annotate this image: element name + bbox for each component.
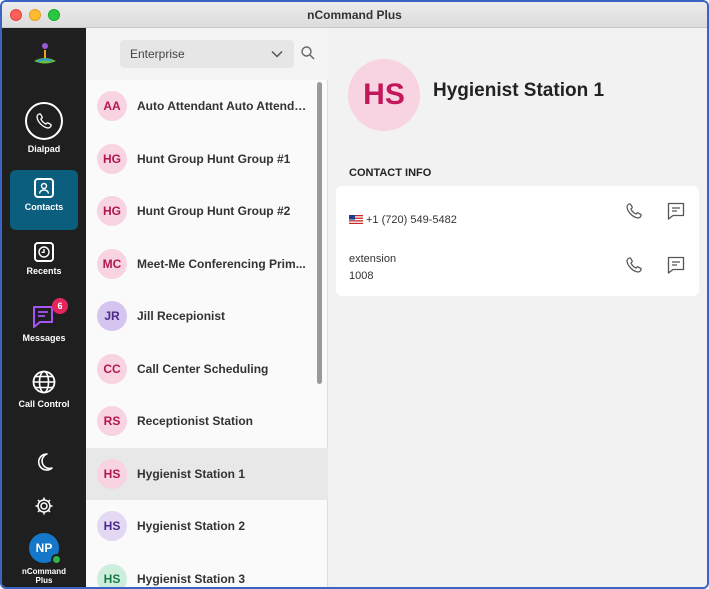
rail-item-recents[interactable]: Recents bbox=[10, 234, 78, 294]
contact-row[interactable]: HS Hygienist Station 2 bbox=[86, 500, 328, 553]
contact-avatar-initials: HS bbox=[363, 78, 405, 111]
phone-number-value: +1 (720) 549-5482 bbox=[366, 214, 457, 226]
nav-rail: Dialpad Contacts Recents 6 Messages Call… bbox=[2, 28, 86, 587]
contact-row[interactable]: HS Hygienist Station 3 bbox=[86, 553, 328, 587]
message-phone-button[interactable] bbox=[666, 201, 686, 221]
contact-list: AA Auto Attendant Auto Attenda... HG Hunt G… bbox=[86, 80, 328, 587]
contact-row-name: Call Center Scheduling bbox=[137, 361, 269, 376]
contact-detail-pane: HS Hygienist Station 1 CONTACT INFO +1 (… bbox=[329, 28, 707, 587]
contact-avatar-small: HG bbox=[97, 196, 127, 227]
presence-indicator bbox=[51, 554, 62, 565]
contact-row-name: Hygienist Station 1 bbox=[137, 466, 246, 481]
call-extension-button[interactable] bbox=[624, 255, 644, 275]
contact-row[interactable]: HG Hunt Group Hunt Group #1 bbox=[86, 133, 328, 186]
list-toolbar: Enterprise bbox=[86, 28, 328, 80]
phone-icon bbox=[25, 102, 63, 140]
messages-badge: 6 bbox=[52, 298, 68, 314]
contact-row-name: Hygienist Station 2 bbox=[137, 519, 246, 534]
contact-info-card: +1 (720) 549-5482 extension 1008 bbox=[336, 186, 699, 296]
window-title: nCommand Plus bbox=[307, 7, 402, 22]
directory-select-value: Enterprise bbox=[130, 47, 185, 61]
contact-row-name: Auto Attendant Auto Attenda... bbox=[137, 99, 307, 114]
close-window-button[interactable] bbox=[10, 9, 22, 21]
contact-row-name: Receptionist Station bbox=[137, 414, 254, 429]
avatar-initials: NP bbox=[35, 541, 53, 555]
contact-row[interactable]: HS Hygienist Station 1 bbox=[86, 447, 328, 500]
clock-icon bbox=[34, 242, 54, 262]
rail-label-dialpad: Dialpad bbox=[27, 144, 61, 154]
rail-item-messages[interactable]: 6 Messages bbox=[10, 296, 78, 356]
contact-row-name: Hunt Group Hunt Group #2 bbox=[137, 204, 291, 219]
search-icon[interactable] bbox=[300, 45, 316, 61]
list-scrollbar[interactable] bbox=[317, 82, 322, 384]
extension-row: extension 1008 bbox=[336, 238, 699, 290]
contact-row-name: Hygienist Station 3 bbox=[137, 571, 246, 586]
window-controls bbox=[10, 9, 60, 21]
contact-avatar-small: HS bbox=[97, 511, 127, 542]
contact-row[interactable]: RS Receptionist Station bbox=[86, 395, 328, 448]
contact-avatar: HS bbox=[348, 59, 420, 131]
phone-number[interactable]: +1 (720) 549-5482 bbox=[349, 214, 457, 226]
moon-icon[interactable] bbox=[33, 451, 55, 473]
user-label-line2: Plus bbox=[35, 576, 53, 585]
contact-row[interactable]: JR Jill Recepionist bbox=[86, 290, 328, 343]
contact-row[interactable]: CC Call Center Scheduling bbox=[86, 343, 328, 396]
call-phone-button[interactable] bbox=[624, 201, 644, 221]
us-flag-icon bbox=[349, 215, 363, 224]
contact-avatar-small: HS bbox=[97, 563, 127, 587]
contact-avatar-small: MC bbox=[97, 248, 127, 279]
rail-item-dialpad[interactable]: Dialpad bbox=[10, 102, 78, 162]
contact-row[interactable]: MC Meet-Me Conferencing Prim... bbox=[86, 238, 328, 291]
chevron-down-icon bbox=[271, 50, 283, 58]
title-bar: nCommand Plus bbox=[2, 2, 707, 28]
contact-row-name: Jill Recepionist bbox=[137, 309, 226, 324]
contact-row[interactable]: HG Hunt Group Hunt Group #2 bbox=[86, 185, 328, 238]
globe-icon bbox=[32, 370, 56, 394]
rail-label-messages: Messages bbox=[22, 333, 66, 343]
person-icon bbox=[34, 178, 54, 198]
phone-number-row: +1 (720) 549-5482 bbox=[336, 186, 699, 238]
rail-label-recents: Recents bbox=[26, 266, 62, 276]
contact-avatar-small: HG bbox=[97, 143, 127, 174]
contact-avatar-small: AA bbox=[97, 91, 127, 122]
contacts-list-pane: Enterprise AA Auto Attendant Auto Attenda… bbox=[86, 28, 328, 587]
contact-avatar-small: CC bbox=[97, 353, 127, 384]
contact-row[interactable]: AA Auto Attendant Auto Attenda... bbox=[86, 80, 328, 133]
contact-info-header: CONTACT INFO bbox=[349, 167, 432, 179]
contact-name: Hygienist Station 1 bbox=[433, 80, 605, 101]
extension-label: extension bbox=[349, 253, 397, 265]
app-window: nCommand Plus Dialpad Contacts Recents 6… bbox=[0, 0, 709, 589]
rail-item-contacts[interactable]: Contacts bbox=[10, 170, 78, 230]
user-label-line1: nCommand bbox=[22, 567, 66, 576]
user-profile[interactable]: NP nCommand Plus bbox=[8, 533, 80, 585]
contact-avatar-small: HS bbox=[97, 458, 127, 489]
app-logo-icon bbox=[34, 43, 56, 64]
contact-avatar-small: RS bbox=[97, 406, 127, 437]
zoom-window-button[interactable] bbox=[48, 9, 60, 21]
minimize-window-button[interactable] bbox=[29, 9, 41, 21]
rail-item-call-control[interactable]: Call Control bbox=[10, 366, 78, 426]
directory-select[interactable]: Enterprise bbox=[120, 40, 294, 68]
rail-label-call-control: Call Control bbox=[18, 399, 70, 409]
rail-label-contacts: Contacts bbox=[24, 202, 64, 212]
extension-value[interactable]: 1008 bbox=[349, 270, 373, 282]
gear-icon[interactable] bbox=[34, 496, 54, 516]
message-extension-button[interactable] bbox=[666, 255, 686, 275]
contact-row-name: Hunt Group Hunt Group #1 bbox=[137, 151, 291, 166]
contact-avatar-small: JR bbox=[97, 301, 127, 332]
avatar: NP bbox=[29, 533, 62, 565]
contact-row-name: Meet-Me Conferencing Prim... bbox=[137, 256, 306, 271]
